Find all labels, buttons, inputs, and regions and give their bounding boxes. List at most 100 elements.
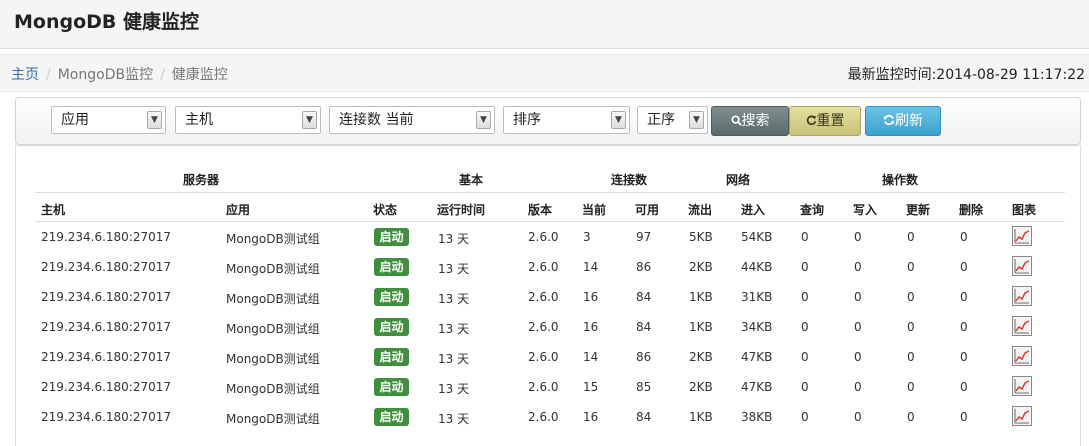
insert-count-cell: 0	[854, 350, 862, 364]
page-title: MongoDB 健康监控	[14, 11, 200, 33]
available-connections-cell: 97	[636, 230, 652, 244]
sort-select[interactable]: 排序 ▼	[503, 106, 630, 134]
host-cell: 219.234.6.180:27017	[41, 290, 172, 304]
network-out-cell: 1KB	[689, 290, 713, 304]
reset-button-label: 重置	[816, 113, 845, 129]
app-cell: MongoDB测试组	[226, 352, 320, 366]
breadcrumb-home-link[interactable]: 主页	[11, 67, 39, 83]
uptime-cell: 13 天	[438, 292, 470, 306]
group-header-basic: 基本	[459, 173, 484, 187]
update-count-cell: 0	[907, 320, 915, 334]
update-count-cell: 0	[907, 290, 915, 304]
network-in-cell: 31KB	[741, 290, 773, 304]
column-header-app: 应用	[226, 203, 251, 217]
current-connections-cell: 15	[583, 380, 599, 394]
app-cell: MongoDB测试组	[226, 262, 320, 276]
line-chart-icon[interactable]	[1012, 376, 1032, 396]
update-count-cell: 0	[907, 350, 915, 364]
group-header-network: 网络	[726, 173, 751, 187]
available-connections-cell: 86	[636, 350, 652, 364]
query-count-cell: 0	[801, 260, 809, 274]
update-count-cell: 0	[907, 260, 915, 274]
search-icon	[730, 115, 742, 126]
reset-icon	[806, 115, 816, 126]
group-header-operations: 操作数	[882, 173, 919, 187]
version-cell: 2.6.0	[528, 380, 559, 394]
connection-select-value: 连接数 当前	[339, 112, 414, 128]
network-in-cell: 38KB	[741, 410, 773, 424]
table-row: 219.234.6.180:27017 MongoDB测试组 13 天 2.6.0 16…	[16, 312, 1080, 342]
insert-count-cell: 0	[854, 230, 862, 244]
line-chart-icon[interactable]	[1012, 316, 1032, 336]
version-cell: 2.6.0	[528, 260, 559, 274]
column-header-update: 更新	[906, 203, 931, 217]
column-header-in: 进入	[741, 203, 766, 217]
current-connections-cell: 16	[583, 320, 599, 334]
available-connections-cell: 84	[636, 410, 652, 424]
delete-count-cell: 0	[960, 380, 968, 394]
app-header: MongoDB 健康监控	[0, 0, 1089, 49]
order-select[interactable]: 正序 ▼	[637, 106, 708, 134]
chevron-down-icon: ▼	[147, 111, 162, 129]
network-out-cell: 2KB	[689, 350, 713, 364]
app-select[interactable]: 应用 ▼	[51, 106, 166, 134]
delete-count-cell: 0	[960, 410, 968, 424]
chevron-down-icon: ▼	[689, 111, 704, 129]
query-count-cell: 0	[801, 320, 809, 334]
line-chart-icon[interactable]	[1012, 286, 1032, 306]
insert-count-cell: 0	[854, 260, 862, 274]
connection-select[interactable]: 连接数 当前 ▼	[329, 106, 495, 134]
version-cell: 2.6.0	[528, 320, 559, 334]
line-chart-icon[interactable]	[1012, 226, 1032, 246]
reset-button[interactable]: 重置	[789, 106, 861, 136]
column-header-host: 主机	[41, 203, 66, 217]
available-connections-cell: 85	[636, 380, 652, 394]
host-cell: 219.234.6.180:27017	[41, 320, 172, 334]
status-badge: 启动	[374, 258, 409, 276]
status-badge: 启动	[374, 348, 409, 366]
breadcrumb: 主页 / MongoDB监控 / 健康监控	[11, 64, 228, 84]
table-row: 219.234.6.180:27017 MongoDB测试组 13 天 2.6.0 14…	[16, 342, 1080, 372]
table-row: 219.234.6.180:27017 MongoDB测试组 13 天 2.6.0 3 9…	[16, 222, 1080, 252]
column-header-uptime: 运行时间	[437, 203, 486, 217]
column-header-current: 当前	[582, 203, 607, 217]
host-select[interactable]: 主机 ▼	[175, 106, 321, 134]
app-cell: MongoDB测试组	[226, 412, 320, 426]
update-count-cell: 0	[907, 230, 915, 244]
insert-count-cell: 0	[854, 380, 862, 394]
delete-count-cell: 0	[960, 350, 968, 364]
insert-count-cell: 0	[854, 410, 862, 424]
uptime-cell: 13 天	[438, 232, 470, 246]
query-count-cell: 0	[801, 290, 809, 304]
network-out-cell: 5KB	[689, 230, 713, 244]
breadcrumb-separator: /	[160, 67, 165, 83]
query-count-cell: 0	[801, 230, 809, 244]
column-header-out: 流出	[688, 203, 713, 217]
app-cell: MongoDB测试组	[226, 292, 320, 306]
host-cell: 219.234.6.180:27017	[41, 260, 172, 274]
host-select-value: 主机	[185, 112, 213, 128]
host-cell: 219.234.6.180:27017	[41, 410, 172, 424]
network-in-cell: 47KB	[741, 380, 773, 394]
uptime-cell: 13 天	[438, 322, 470, 336]
breadcrumb-mongodb-link[interactable]: MongoDB监控	[58, 67, 153, 83]
line-chart-icon[interactable]	[1012, 346, 1032, 366]
network-in-cell: 47KB	[741, 350, 773, 364]
refresh-button[interactable]: 刷新	[865, 106, 941, 136]
current-connections-cell: 14	[583, 350, 599, 364]
line-chart-icon[interactable]	[1012, 406, 1032, 426]
breadcrumb-current: 健康监控	[171, 67, 228, 83]
query-count-cell: 0	[801, 350, 809, 364]
network-out-cell: 2KB	[689, 260, 713, 274]
network-in-cell: 44KB	[741, 260, 773, 274]
column-header-insert: 写入	[853, 203, 878, 217]
app-cell: MongoDB测试组	[226, 382, 320, 396]
search-button-label: 搜索	[741, 113, 770, 129]
uptime-cell: 13 天	[438, 352, 470, 366]
current-connections-cell: 16	[583, 290, 599, 304]
line-chart-icon[interactable]	[1012, 256, 1032, 276]
search-button[interactable]: 搜索	[711, 106, 789, 136]
host-cell: 219.234.6.180:27017	[41, 350, 172, 364]
current-connections-cell: 16	[583, 410, 599, 424]
divider	[35, 192, 1065, 193]
